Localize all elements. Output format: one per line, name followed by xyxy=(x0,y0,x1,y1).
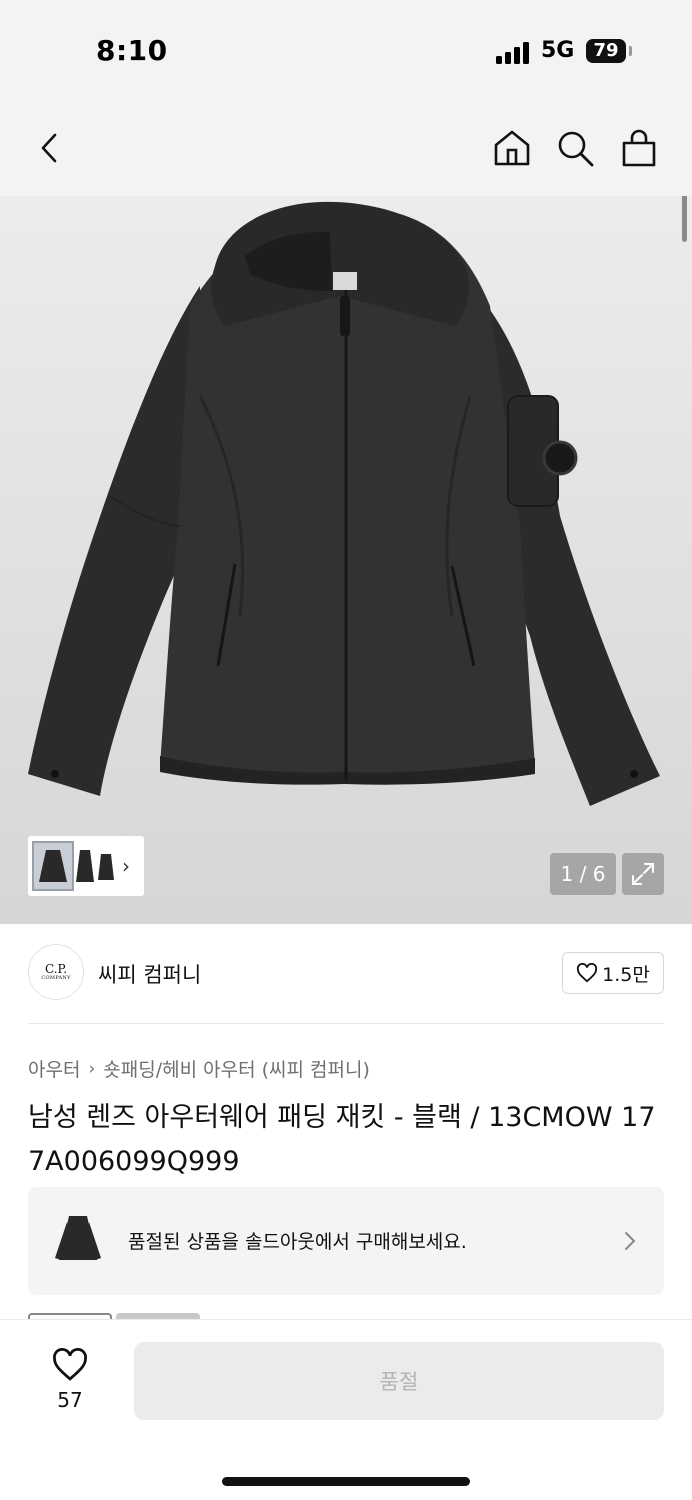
brand-like-count: 1.5만 xyxy=(602,963,650,986)
breadcrumb-chevron-icon: › xyxy=(88,1058,96,1079)
chevron-right-icon xyxy=(625,1232,636,1250)
soldout-banner[interactable]: 품절된 상품을 솔드아웃에서 구매해보세요. xyxy=(28,1187,664,1295)
breadcrumb-level2[interactable]: 숏패딩/헤비 아우터 (씨피 컴퍼니) xyxy=(103,1055,370,1082)
back-button[interactable] xyxy=(28,126,72,170)
cart-button[interactable] xyxy=(617,126,661,170)
expand-button[interactable] xyxy=(622,853,664,895)
thumbnail-front[interactable] xyxy=(32,841,74,891)
soldout-product-thumb xyxy=(50,1209,106,1271)
divider xyxy=(28,1023,664,1024)
home-icon xyxy=(494,130,530,166)
shopping-bag-icon xyxy=(622,129,656,167)
product-title: 남성 렌즈 아우터웨어 패딩 재킷 - 블랙 / 13CMOW 177A0060… xyxy=(28,1102,656,1177)
nav-bar xyxy=(0,100,692,196)
thumbnail-side[interactable] xyxy=(96,841,116,891)
heart-icon xyxy=(53,1348,87,1381)
signal-icon xyxy=(496,42,532,64)
jacket-thumb-icon xyxy=(39,850,67,882)
product-image-gallery[interactable] xyxy=(0,196,692,924)
home-indicator xyxy=(222,1477,470,1486)
battery-icon: 79 xyxy=(586,39,626,63)
wishlist-count: 57 xyxy=(57,1388,83,1412)
expand-icon xyxy=(632,863,654,885)
wishlist-button[interactable]: 57 xyxy=(40,1348,100,1412)
image-counter: 1 / 6 xyxy=(550,853,616,895)
jacket-thumb-icon xyxy=(55,1216,101,1260)
brand-logo-line2: COMPANY xyxy=(41,975,71,981)
back-chevron-icon xyxy=(41,133,57,163)
battery-tip xyxy=(629,46,632,56)
heart-icon xyxy=(577,963,598,983)
thumbnail-strip[interactable]: › xyxy=(28,836,144,896)
bottom-action-bar: 57 품절 xyxy=(0,1319,692,1500)
status-time: 8:10 xyxy=(96,34,168,67)
network-label: 5G xyxy=(541,38,575,63)
jacket-thumb-icon xyxy=(98,854,114,880)
search-button[interactable] xyxy=(553,126,597,170)
brand-like-button[interactable]: 1.5만 xyxy=(562,952,664,994)
home-button[interactable] xyxy=(490,126,534,170)
brand-logo[interactable]: C.P. COMPANY xyxy=(28,944,84,1000)
brand-logo-line1: C.P. xyxy=(44,962,68,976)
scroll-indicator xyxy=(682,196,687,242)
search-icon xyxy=(558,131,594,167)
soldout-button[interactable]: 품절 xyxy=(134,1342,664,1420)
breadcrumb-level1[interactable]: 아우터 xyxy=(28,1055,80,1082)
soldout-banner-text: 품절된 상품을 솔드아웃에서 구매해보세요. xyxy=(128,1231,467,1253)
brand-name[interactable]: 씨피 컴퍼니 xyxy=(98,959,201,989)
jacket-thumb-icon xyxy=(76,850,94,882)
thumbnail-back[interactable] xyxy=(74,841,96,891)
brand-row[interactable]: C.P. COMPANY 씨피 컴퍼니 1.5만 xyxy=(28,944,664,1002)
thumbnail-next-icon[interactable]: › xyxy=(116,854,136,878)
breadcrumb: 아우터 › 숏패딩/헤비 아우터 (씨피 컴퍼니) xyxy=(28,1055,370,1082)
product-image xyxy=(28,201,660,806)
status-bar: 8:10 5G 79 xyxy=(0,0,692,100)
